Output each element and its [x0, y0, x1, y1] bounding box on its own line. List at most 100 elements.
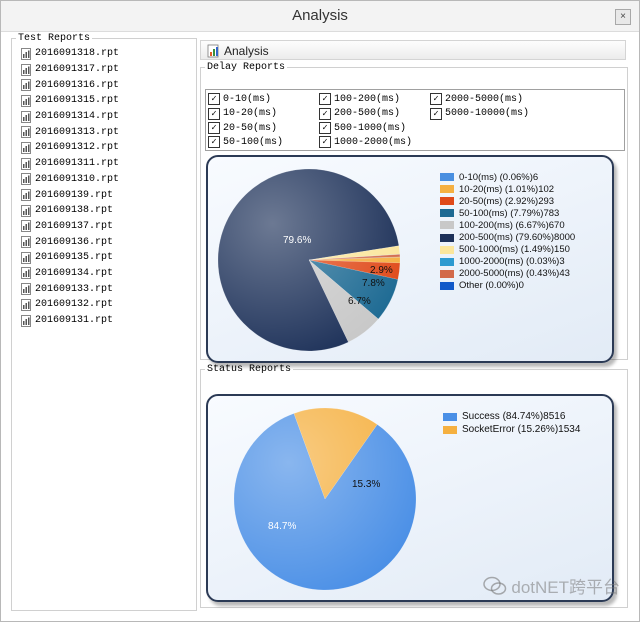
- tab-analysis-label: Analysis: [224, 44, 269, 58]
- report-file-name: 2016091310.rpt: [35, 173, 120, 185]
- report-file-item[interactable]: 2016091310.rpt: [21, 172, 196, 188]
- legend-swatch: [440, 233, 454, 242]
- test-reports-legend: Test Reports: [18, 33, 91, 44]
- status-reports-group: Status Reports 84.7% 15.3% Success (84.74…: [200, 364, 628, 608]
- status-reports-legend: Status Reports: [207, 364, 292, 375]
- report-file-item[interactable]: 201609136.rpt: [21, 234, 196, 250]
- report-file-icon: [21, 110, 31, 123]
- legend-swatch: [440, 257, 454, 266]
- delay-checkbox[interactable]: ✓ 20-50(ms): [208, 122, 277, 134]
- delay-checkbox[interactable]: ✓ 1000-2000(ms): [319, 136, 412, 148]
- legend-label: 2000-5000(ms) (0.43%)43: [459, 268, 570, 280]
- legend-swatch: [440, 185, 454, 194]
- checkbox-box[interactable]: ✓: [208, 107, 220, 120]
- report-file-item[interactable]: 201609131.rpt: [21, 313, 196, 329]
- legend-swatch: [440, 269, 454, 278]
- legend-swatch: [440, 209, 454, 218]
- report-file-item[interactable]: 2016091318.rpt: [21, 46, 196, 62]
- checkbox-label: 20-50(ms): [223, 122, 278, 134]
- report-file-name: 2016091315.rpt: [35, 95, 120, 107]
- checkbox-box[interactable]: ✓: [319, 93, 331, 105]
- legend-swatch: [440, 173, 454, 182]
- legend-label: Success (84.74%)8516: [462, 411, 566, 422]
- report-file-name: 2016091311.rpt: [35, 158, 120, 170]
- report-file-item[interactable]: 2016091311.rpt: [21, 156, 196, 172]
- legend-swatch: [440, 245, 454, 254]
- report-file-list: 2016091318.rpt 2016091317.rpt 2016091316.r…: [12, 44, 196, 328]
- checkbox-box[interactable]: ✓: [208, 136, 220, 148]
- checkbox-box[interactable]: ✓: [208, 93, 220, 105]
- report-file-item[interactable]: 2016091316.rpt: [21, 77, 196, 93]
- title-bar[interactable]: Analysis ×: [1, 1, 639, 32]
- report-file-item[interactable]: 201609135.rpt: [21, 250, 196, 266]
- checkbox-label: 200-500(ms): [334, 108, 401, 119]
- checkbox-box[interactable]: ✓: [319, 122, 331, 134]
- delay-checkbox[interactable]: ✓ 200-500(ms): [319, 107, 401, 120]
- test-reports-group: Test Reports 2016091318.rpt 2016091317.rp…: [11, 33, 197, 611]
- legend-label: 0-10(ms) (0.06%)6: [459, 171, 539, 183]
- report-file-icon: [21, 283, 31, 296]
- chart-icon: [207, 44, 219, 58]
- report-file-name: 2016091313.rpt: [35, 126, 120, 138]
- report-file-item[interactable]: 201609138.rpt: [21, 203, 196, 219]
- checkbox-box[interactable]: ✓: [430, 107, 442, 120]
- wechat-logo-icon: [483, 576, 507, 595]
- watermark-text: dotNET跨平台: [511, 578, 620, 597]
- checkbox-label: 5000-10000(ms): [445, 108, 530, 119]
- close-button[interactable]: ×: [615, 9, 631, 25]
- delay-checkbox[interactable]: ✓ 2000-5000(ms): [430, 93, 523, 105]
- report-file-icon: [21, 79, 31, 92]
- tab-analysis[interactable]: Analysis: [207, 43, 269, 59]
- pie-data-label: 84.7%: [268, 521, 296, 532]
- report-file-icon: [21, 251, 31, 264]
- report-file-item[interactable]: 2016091313.rpt: [21, 124, 196, 140]
- report-file-name: 201609132.rpt: [35, 299, 114, 311]
- report-file-item[interactable]: 201609137.rpt: [21, 219, 196, 235]
- report-file-icon: [21, 298, 31, 311]
- checkbox-box[interactable]: ✓: [319, 136, 331, 148]
- checkbox-box[interactable]: ✓: [208, 122, 220, 134]
- delay-checkbox[interactable]: ✓ 10-20(ms): [208, 107, 277, 120]
- report-file-name: 201609131.rpt: [35, 315, 114, 327]
- legend-label: 50-100(ms) (7.79%)783: [459, 207, 560, 219]
- report-file-name: 2016091312.rpt: [35, 142, 120, 154]
- delay-checkbox[interactable]: ✓ 5000-10000(ms): [430, 107, 530, 120]
- report-file-icon: [21, 267, 31, 280]
- legend-label: 100-200(ms) (6.67%)670: [459, 219, 565, 231]
- report-file-icon: [21, 157, 31, 170]
- report-file-name: 201609137.rpt: [35, 220, 114, 232]
- report-file-item[interactable]: 2016091317.rpt: [21, 62, 196, 78]
- legend-swatch: [440, 221, 454, 230]
- checkbox-box[interactable]: ✓: [430, 93, 442, 105]
- report-file-name: 2016091314.rpt: [35, 111, 120, 123]
- report-file-name: 201609134.rpt: [35, 267, 114, 279]
- report-file-item[interactable]: 201609133.rpt: [21, 281, 196, 297]
- report-file-name: 2016091316.rpt: [35, 79, 120, 91]
- report-file-item[interactable]: 2016091312.rpt: [21, 140, 196, 156]
- delay-checkbox[interactable]: ✓ 50-100(ms): [208, 136, 283, 148]
- report-file-item[interactable]: 2016091315.rpt: [21, 93, 196, 109]
- legend-entry: Other (0.00%)0: [440, 280, 575, 292]
- pie-highlight: [218, 169, 400, 351]
- legend-label: 1000-2000(ms) (0.03%)3: [459, 256, 565, 268]
- pie-data-label: 15.3%: [352, 479, 380, 490]
- legend-label: 500-1000(ms) (1.49%)150: [459, 244, 570, 256]
- delay-checkbox[interactable]: ✓ 100-200(ms): [319, 93, 400, 105]
- report-file-item[interactable]: 2016091314.rpt: [21, 109, 196, 125]
- delay-checkbox[interactable]: ✓ 0-10(ms): [208, 93, 271, 105]
- legend-label: Other (0.00%)0: [459, 280, 524, 292]
- watermark: dotNET跨平台: [483, 573, 620, 598]
- report-file-item[interactable]: 201609132.rpt: [21, 297, 196, 313]
- report-file-item[interactable]: 201609134.rpt: [21, 266, 196, 282]
- report-file-icon: [21, 142, 31, 154]
- report-file-name: 201609139.rpt: [35, 189, 114, 201]
- tab-strip: Analysis: [200, 40, 626, 60]
- report-file-name: 201609135.rpt: [35, 252, 114, 264]
- delay-reports-group: Delay Reports ✓ 0-10(ms) ✓ 10-20(ms) ✓ 20-50(…: [200, 62, 628, 363]
- status-chart-legend: Success (84.74%)8516 SocketError (15.26%)…: [443, 410, 580, 436]
- delay-checkbox[interactable]: ✓ 500-1000(ms): [319, 122, 406, 134]
- legend-label: SocketError (15.26%)1534: [462, 424, 581, 435]
- report-file-item[interactable]: 201609139.rpt: [21, 187, 196, 203]
- delay-chart-panel: 79.6% 2.9% 7.8% 6.7% 0-10(ms) (0.06%)6 10-20…: [206, 155, 614, 363]
- checkbox-box[interactable]: ✓: [319, 107, 331, 120]
